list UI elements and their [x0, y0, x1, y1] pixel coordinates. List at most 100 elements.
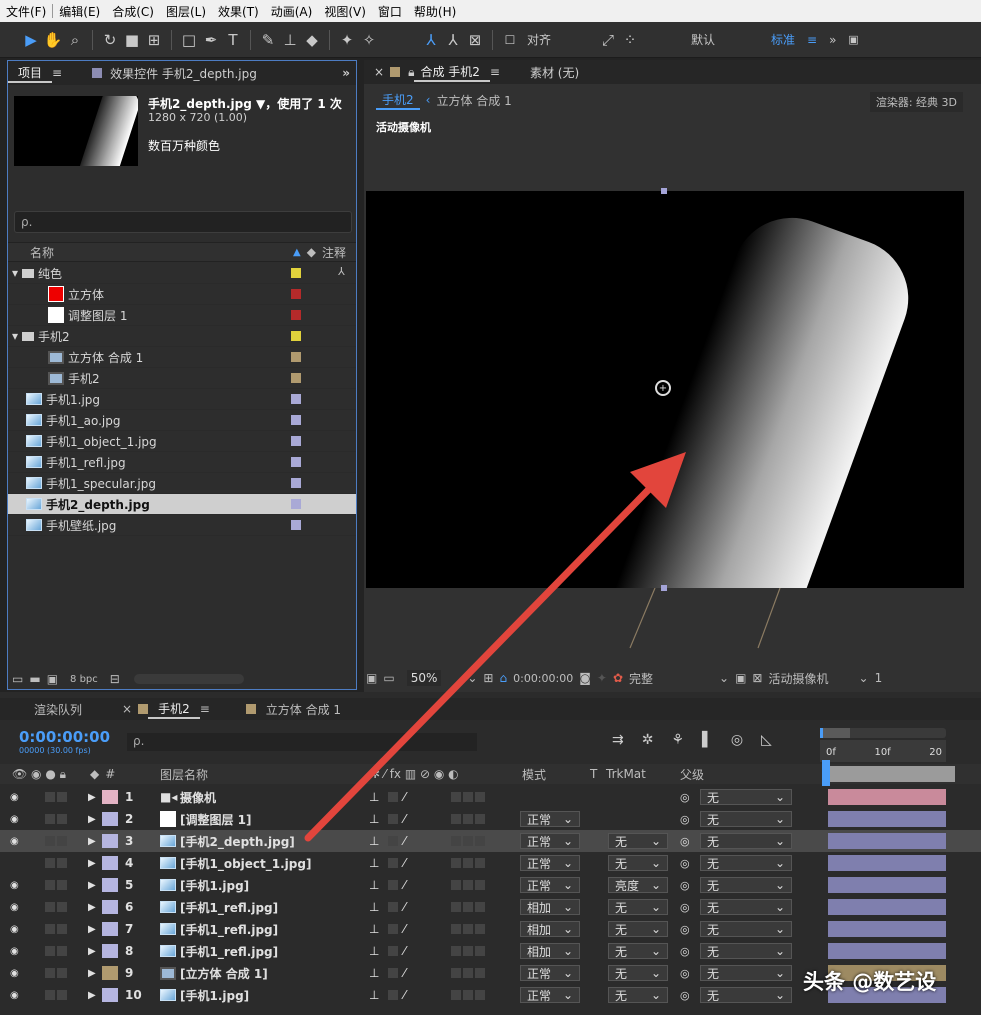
new-folder-icon[interactable]: ▬: [29, 672, 40, 686]
views-count[interactable]: 1: [875, 671, 883, 685]
clone-stamp-tool-icon[interactable]: ⊥: [279, 29, 301, 51]
tab-effect-controls[interactable]: 效果控件 手机2_depth.jpg: [110, 65, 267, 82]
layer-row[interactable]: ◉ ▶ 8 [手机1_refl.jpg] ⊥ ⁄ ◎ 无 ⌄ 相加 ⌄ 无 ⌄: [0, 940, 981, 962]
fast-preview-icon[interactable]: ▣: [735, 671, 746, 685]
pickwhip-icon[interactable]: ◎: [680, 786, 690, 808]
parent-dropdown[interactable]: 无 ⌄: [700, 940, 792, 962]
menu-item[interactable]: 动画(A): [265, 3, 319, 20]
pickwhip-icon[interactable]: ◎: [680, 918, 690, 940]
resolution-chevron-icon[interactable]: ⌄: [719, 671, 729, 685]
layer-duration-bar[interactable]: [828, 899, 946, 915]
mode-dropdown[interactable]: 正常 ⌄: [520, 962, 580, 984]
expand-arrow-icon[interactable]: ▶: [88, 962, 96, 984]
layer-switches[interactable]: ⊥ ⁄: [369, 962, 409, 984]
label-color-swatch[interactable]: [291, 331, 301, 341]
layer-name[interactable]: [手机1_refl.jpg]: [180, 918, 278, 940]
layer-label-swatch[interactable]: [102, 940, 118, 962]
layer-label-swatch[interactable]: [102, 896, 118, 918]
label-color-swatch[interactable]: [291, 310, 301, 320]
visibility-eye-icon[interactable]: ◉: [10, 786, 19, 808]
layer-switches-2[interactable]: [450, 918, 486, 940]
visibility-eye-icon[interactable]: ◉: [10, 830, 19, 852]
trkmat-dropdown[interactable]: 无 ⌄: [608, 852, 668, 874]
new-comp-icon[interactable]: ▣: [47, 672, 58, 686]
project-more-button[interactable]: »: [342, 66, 350, 80]
trkmat-dropdown[interactable]: 无 ⌄: [608, 896, 668, 918]
workspace-menu-icon[interactable]: ≡: [807, 33, 817, 47]
time-navigator-handle[interactable]: [820, 728, 850, 738]
lock-switch[interactable]: [44, 852, 68, 874]
view-chevron-icon[interactable]: ⌄: [859, 671, 869, 685]
layer-label-swatch[interactable]: [102, 786, 118, 808]
trkmat-dropdown[interactable]: 无 ⌄: [608, 940, 668, 962]
parent-dropdown[interactable]: 无 ⌄: [700, 896, 792, 918]
close-icon[interactable]: ×: [122, 702, 132, 716]
tab-timeline-phone2[interactable]: 手机2: [148, 700, 200, 719]
pickwhip-icon[interactable]: ◎: [680, 830, 690, 852]
footer-scroll-track[interactable]: [133, 674, 244, 684]
draft-3d-icon[interactable]: ✲: [642, 732, 654, 748]
menu-item[interactable]: 效果(T): [212, 3, 265, 20]
menu-item[interactable]: 文件(F): [0, 3, 52, 20]
trkmat-dropdown[interactable]: 亮度 ⌄: [608, 874, 668, 896]
layer-duration-bar[interactable]: [828, 855, 946, 871]
hierarchy-icon[interactable]: ⅄: [338, 265, 345, 278]
transparency-grid-icon[interactable]: ⊠: [752, 671, 762, 685]
trkmat-dropdown[interactable]: 无 ⌄: [608, 918, 668, 940]
lock-switch[interactable]: [44, 940, 68, 962]
mode-dropdown[interactable]: 相加 ⌄: [520, 918, 580, 940]
timeline-search-input[interactable]: ρ.: [127, 733, 477, 751]
project-item[interactable]: 立方体: [8, 284, 356, 305]
expand-arrow-icon[interactable]: ▶: [88, 984, 96, 1006]
project-item[interactable]: 手机1_object_1.jpg: [8, 431, 356, 452]
snap-icon[interactable]: ⤢: [597, 29, 619, 51]
layer-duration-bar[interactable]: [828, 877, 946, 893]
trkmat-dropdown[interactable]: 无 ⌄: [608, 962, 668, 984]
project-item[interactable]: ▾ 纯色: [8, 263, 356, 284]
layer-name[interactable]: [手机1_refl.jpg]: [180, 896, 278, 918]
expand-arrow-icon[interactable]: ▶: [88, 852, 96, 874]
parent-dropdown[interactable]: 无 ⌄: [700, 962, 792, 984]
lock-switch[interactable]: [44, 830, 68, 852]
bit-depth-button[interactable]: 8 bpc: [70, 674, 98, 685]
label-color-swatch[interactable]: [291, 499, 301, 509]
local-axis-icon[interactable]: ⅄: [420, 29, 442, 51]
renderer-button[interactable]: 渲染器: 经典 3D: [869, 92, 963, 112]
pen-tool-icon[interactable]: ✒: [200, 29, 222, 51]
project-item[interactable]: 手机1_specular.jpg: [8, 473, 356, 494]
layer-row[interactable]: ▶ 4 [手机1_object_1.jpg] ⊥ ⁄ ◎ 无 ⌄ 正常 ⌄ 无 ⌄: [0, 852, 981, 874]
resolution-dropdown[interactable]: 完整: [629, 670, 653, 687]
layer-switches-2[interactable]: [450, 940, 486, 962]
viewport-handle-top[interactable]: [661, 188, 667, 194]
layer-name[interactable]: [调整图层 1]: [180, 808, 252, 830]
menu-item[interactable]: 编辑(E): [53, 3, 106, 20]
menu-item[interactable]: 窗口: [372, 3, 408, 20]
composition-viewport[interactable]: +: [366, 191, 964, 588]
visibility-eye-icon[interactable]: ◉: [10, 918, 19, 940]
title-safe-icon[interactable]: ⌂: [499, 671, 507, 685]
layer-switches-2[interactable]: [450, 830, 486, 852]
column-t[interactable]: T: [590, 767, 597, 781]
layer-switches[interactable]: ⊥ ⁄: [369, 984, 409, 1006]
zoom-dropdown[interactable]: 50%: [406, 670, 442, 686]
expand-arrow-icon[interactable]: ▶: [88, 896, 96, 918]
visibility-eye-icon[interactable]: ◉: [10, 808, 19, 830]
view-dropdown[interactable]: 活动摄像机: [768, 670, 828, 687]
column-parent[interactable]: 父级: [680, 766, 704, 783]
eraser-tool-icon[interactable]: ◆: [301, 29, 323, 51]
mode-dropdown[interactable]: 相加 ⌄: [520, 896, 580, 918]
breadcrumb-item-cube[interactable]: 立方体 合成 1: [436, 92, 511, 109]
view-axis-icon[interactable]: ⊠: [464, 29, 486, 51]
roto-brush-tool-icon[interactable]: ✦: [336, 29, 358, 51]
mode-dropdown[interactable]: 正常 ⌄: [520, 874, 580, 896]
layer-row[interactable]: ◉ ▶ 1 ■◂ 摄像机 ⊥ ⁄ ◎ 无 ⌄: [0, 786, 981, 808]
show-snapshot-icon[interactable]: ✦: [597, 671, 607, 685]
layer-label-swatch[interactable]: [102, 808, 118, 830]
project-item[interactable]: 调整图层 1: [8, 305, 356, 326]
trkmat-dropdown[interactable]: 无 ⌄: [608, 984, 668, 1006]
column-trkmat[interactable]: TrkMat: [606, 767, 646, 781]
parent-dropdown[interactable]: 无 ⌄: [700, 786, 792, 808]
layer-name[interactable]: [手机1_object_1.jpg]: [180, 852, 311, 874]
project-search-input[interactable]: ρ.: [14, 211, 352, 233]
parent-dropdown[interactable]: 无 ⌄: [700, 808, 792, 830]
